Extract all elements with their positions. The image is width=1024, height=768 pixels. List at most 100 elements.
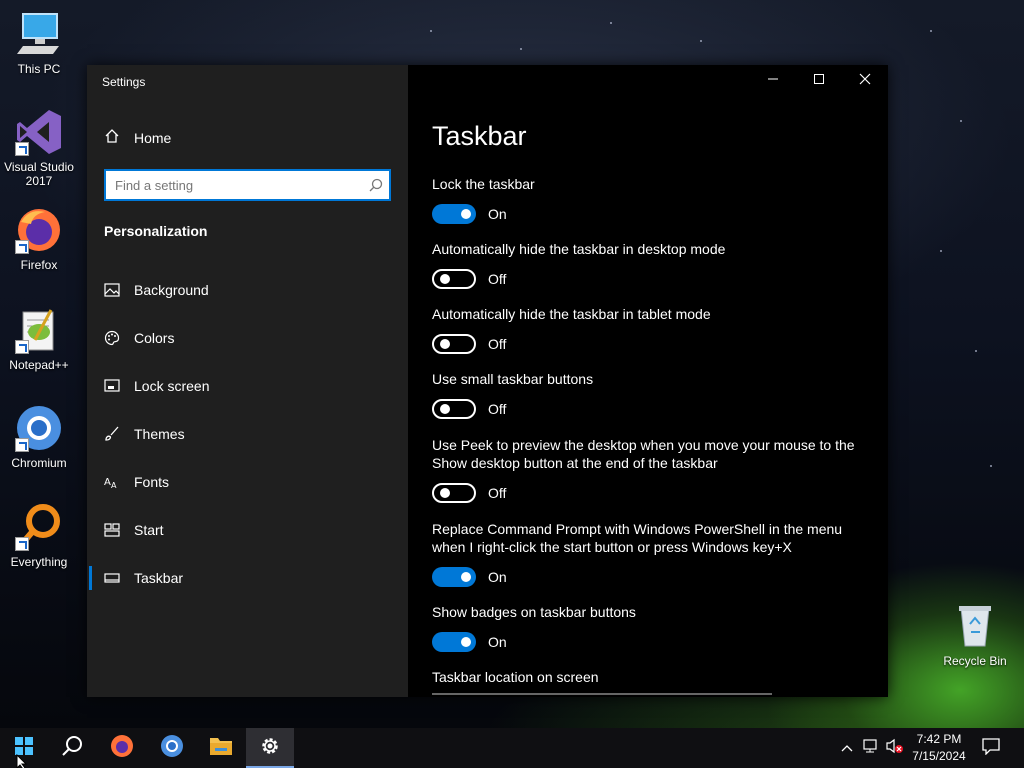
taskbar-clock[interactable]: 7:42 PM 7/15/2024	[906, 731, 972, 765]
nav-item-themes[interactable]: Themes	[87, 410, 408, 458]
clock-date: 7/15/2024	[912, 749, 966, 763]
nav-item-background[interactable]: Background	[87, 266, 408, 314]
nav-item-label: Background	[134, 282, 209, 298]
taskbar-settings-button[interactable]	[246, 728, 294, 768]
taskbar-icon	[104, 570, 120, 586]
setting-label-small-buttons: Use small taskbar buttons	[432, 371, 594, 387]
settings-gear-icon	[259, 735, 281, 762]
nav-item-label: Colors	[134, 330, 175, 346]
toggle-lock-taskbar[interactable]	[432, 204, 476, 224]
nav-home[interactable]: Home	[104, 127, 171, 149]
chevron-up-icon	[841, 739, 853, 757]
nav-item-fonts[interactable]: AA Fonts	[87, 458, 408, 506]
setting-label-location: Taskbar location on screen	[432, 669, 599, 685]
nav-home-label: Home	[134, 130, 172, 146]
home-icon	[104, 128, 120, 149]
svg-text:A: A	[111, 481, 117, 490]
shortcut-arrow-icon	[15, 438, 29, 452]
toggle-peek[interactable]	[432, 483, 476, 503]
nav-item-label: Taskbar	[134, 570, 184, 586]
desktop-icon-everything[interactable]: Everything	[2, 503, 76, 569]
desktop-icon-firefox[interactable]: Firefox	[2, 206, 76, 272]
close-button[interactable]	[842, 65, 888, 97]
desktop-icon-notepadpp[interactable]: Notepad++	[2, 306, 76, 372]
search-input[interactable]	[106, 171, 356, 199]
taskbar-chromium-button[interactable]	[148, 728, 196, 768]
action-center-icon	[982, 737, 1000, 760]
desktop-icon-label: Notepad++	[9, 358, 69, 372]
nav-item-start[interactable]: Start	[87, 506, 408, 554]
nav-item-lock-screen[interactable]: Lock screen	[87, 362, 408, 410]
toggle-autohide-desktop[interactable]	[432, 269, 476, 289]
desktop-icon-chromium[interactable]: Chromium	[2, 404, 76, 470]
show-hidden-icons-button[interactable]	[837, 738, 857, 758]
toggle-state: On	[488, 206, 507, 222]
setting-label-autohide-desktop: Automatically hide the taskbar in deskto…	[432, 241, 726, 257]
visual-studio-icon	[15, 108, 63, 156]
nav-item-label: Themes	[134, 426, 185, 442]
firefox-icon	[15, 206, 63, 254]
setting-label-lock-taskbar: Lock the taskbar	[432, 176, 535, 192]
toggle-state: On	[488, 569, 507, 585]
shortcut-arrow-icon	[15, 240, 29, 254]
toggle-knob	[440, 404, 450, 414]
toggle-knob	[461, 572, 471, 582]
desktop-icon-visual-studio[interactable]: Visual Studio 2017	[2, 108, 76, 188]
nav-item-label: Lock screen	[134, 378, 210, 394]
toggle-knob	[461, 209, 471, 219]
toggle-knob	[440, 274, 450, 284]
notepadpp-icon	[15, 306, 63, 354]
close-icon	[859, 72, 871, 90]
toggle-small-buttons[interactable]	[432, 399, 476, 419]
svg-text:A: A	[104, 477, 111, 488]
taskbar: 7:42 PM 7/15/2024	[0, 728, 1024, 768]
taskbar-firefox-button[interactable]	[98, 728, 146, 768]
nav-item-taskbar[interactable]: Taskbar	[87, 554, 408, 602]
lock-screen-icon	[104, 378, 120, 394]
setting-label-autohide-tablet: Automatically hide the taskbar in tablet…	[432, 306, 711, 322]
search-icon	[61, 735, 83, 762]
taskbar-location-dropdown[interactable]	[432, 693, 772, 697]
mouse-cursor-icon	[16, 753, 28, 768]
maximize-icon	[813, 72, 825, 90]
image-icon	[104, 282, 120, 298]
desktop-icon-label: Visual Studio 2017	[4, 160, 74, 188]
desktop-icon-this-pc[interactable]: This PC	[2, 10, 76, 76]
toggle-state: Off	[488, 336, 507, 352]
minimize-button[interactable]	[750, 65, 796, 97]
toggle-autohide-tablet[interactable]	[432, 334, 476, 354]
network-tray-button[interactable]	[861, 738, 881, 758]
minimize-icon	[767, 72, 779, 90]
maximize-button[interactable]	[796, 65, 842, 97]
nav-list: Background Colors Lock screen Themes A A…	[87, 266, 408, 602]
taskbar-file-explorer-button[interactable]	[197, 728, 245, 768]
network-icon	[862, 738, 880, 759]
desktop-icon-label: This PC	[17, 62, 61, 76]
action-center-button[interactable]	[981, 737, 1001, 760]
window-title: Settings	[102, 75, 146, 89]
toggle-state: Off	[488, 485, 507, 501]
volume-tray-button[interactable]	[885, 738, 905, 758]
desktop-icon-label: Everything	[10, 555, 68, 569]
toggle-knob	[440, 488, 450, 498]
chromium-icon	[15, 404, 63, 452]
desktop-icon-label: Firefox	[20, 258, 58, 272]
fonts-icon: AA	[104, 474, 120, 490]
taskbar-search-button[interactable]	[48, 728, 96, 768]
everything-icon	[15, 503, 63, 551]
toggle-state: On	[488, 634, 507, 650]
shortcut-arrow-icon	[15, 340, 29, 354]
setting-label-powershell: Replace Command Prompt with Windows Powe…	[432, 521, 843, 555]
search-icon[interactable]	[369, 178, 383, 197]
desktop-icon-label: Recycle Bin	[943, 654, 1007, 668]
toggle-powershell[interactable]	[432, 567, 476, 587]
desktop-icon-recycle-bin[interactable]: Recycle Bin	[938, 602, 1012, 668]
desktop-icon-label: Chromium	[11, 456, 67, 470]
nav-item-colors[interactable]: Colors	[87, 314, 408, 362]
section-heading: Personalization	[104, 223, 208, 239]
settings-content-pane: Taskbar Lock the taskbar On Automaticall…	[408, 65, 888, 697]
shortcut-arrow-icon	[15, 142, 29, 156]
toggle-badges[interactable]	[432, 632, 476, 652]
search-box[interactable]	[104, 169, 391, 201]
toggle-state: Off	[488, 401, 507, 417]
